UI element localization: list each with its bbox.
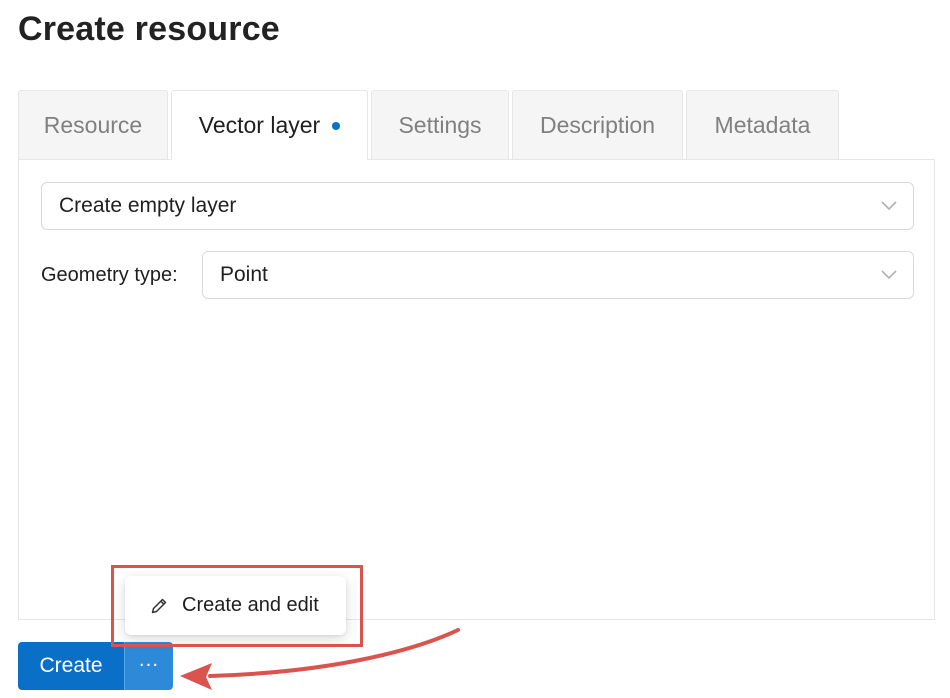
chevron-down-icon [881,201,897,211]
tab-vector-layer-label: Vector layer [198,112,321,138]
tab-vector-layer[interactable]: Vector layer [171,90,368,160]
geometry-type-value: Point [220,263,268,286]
geometry-type-label: Geometry type: [41,264,178,286]
source-select[interactable]: Create empty layer [41,182,914,230]
menu-item-label: Create and edit [182,594,319,616]
menu-item-create-and-edit[interactable]: Create and edit [125,576,346,635]
source-select-value: Create empty layer [59,194,237,217]
geometry-type-select[interactable]: Point [202,251,914,299]
pencil-icon [151,598,167,614]
tab-description-label: Description [539,111,656,138]
tab-settings-label: Settings [398,111,482,138]
tab-description[interactable]: Description [512,90,683,159]
create-options-menu: Create and edit [125,576,346,635]
chevron-down-icon [881,270,897,280]
vector-layer-panel: Create empty layer Geometry type: Point [18,159,935,620]
tab-metadata-label: Metadata [714,111,811,138]
tab-resource[interactable]: Resource [18,90,168,159]
tab-resource-label: Resource [43,111,143,138]
page-title: Create resource [18,10,280,48]
more-options-button[interactable]: ··· [124,642,173,690]
create-button[interactable]: Create [18,642,124,690]
tab-metadata[interactable]: Metadata [686,90,839,159]
unsaved-changes-dot-icon [332,121,341,130]
tab-settings[interactable]: Settings [371,90,509,159]
